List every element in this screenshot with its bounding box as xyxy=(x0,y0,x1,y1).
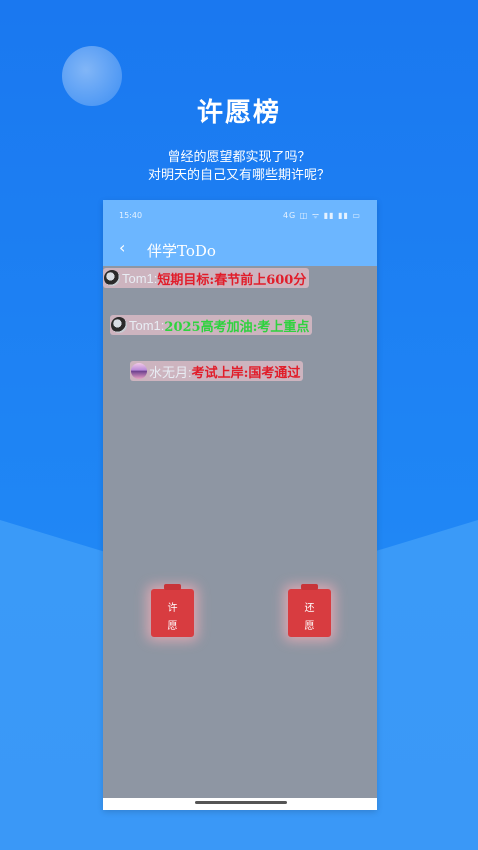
subtitle-line-2: 对明天的自己又有哪些期许呢？ xyxy=(147,168,330,183)
wish-item[interactable]: Tom1: 短期目标:春节前上600分 xyxy=(103,268,310,288)
navigation-bar xyxy=(103,798,377,810)
lantern-cap xyxy=(301,584,318,590)
wish-text: 考试上岸:国考通过 xyxy=(191,365,301,381)
wish-item[interactable]: Tom1: 2025高考加油:考上重点 xyxy=(110,315,313,335)
wish-text: 短期目标:春节前上600分 xyxy=(157,272,307,288)
status-bar: 15:40 4G ◫ ᯤ ▮▮ ▮▮ ▭ xyxy=(103,200,377,232)
avatar xyxy=(131,363,147,379)
make-wish-label-top: 许 xyxy=(167,603,178,614)
wish-board: Tom1: 短期目标:春节前上600分 Tom1: 2025高考加油:考上重点 … xyxy=(103,266,377,798)
page-title: 许愿榜 xyxy=(196,98,281,128)
subtitle-line-1: 曾经的愿望都实现了吗？ xyxy=(167,150,311,165)
wish-user: Tom1: xyxy=(122,270,158,286)
wish-user: 水无月: xyxy=(149,364,192,380)
app-title: 伴学ToDo xyxy=(147,242,216,260)
fulfill-wish-button[interactable]: 还 愿 xyxy=(288,584,331,637)
status-time: 15:40 xyxy=(119,211,143,220)
fulfill-wish-label-top: 还 xyxy=(304,603,315,614)
back-icon[interactable]: ‹ xyxy=(119,238,125,257)
make-wish-label-bottom: 愿 xyxy=(167,621,178,632)
status-icons: 4G ◫ ᯤ ▮▮ ▮▮ ▭ xyxy=(282,211,361,220)
avatar xyxy=(111,317,127,333)
wish-user: Tom1: xyxy=(129,317,165,333)
app-bar: ‹ 伴学ToDo xyxy=(103,232,377,266)
home-indicator[interactable] xyxy=(195,801,287,804)
fulfill-wish-label-bottom: 愿 xyxy=(304,621,315,632)
phone-screenshot: 15:40 4G ◫ ᯤ ▮▮ ▮▮ ▭ ‹ 伴学ToDo Tom1: 短期目标… xyxy=(103,200,377,810)
lantern-cap xyxy=(164,584,181,590)
wish-item[interactable]: 水无月: 考试上岸:国考通过 xyxy=(130,361,304,381)
make-wish-button[interactable]: 许 愿 xyxy=(151,584,194,637)
wish-text: 2025高考加油:考上重点 xyxy=(164,319,310,335)
avatar xyxy=(104,270,120,286)
